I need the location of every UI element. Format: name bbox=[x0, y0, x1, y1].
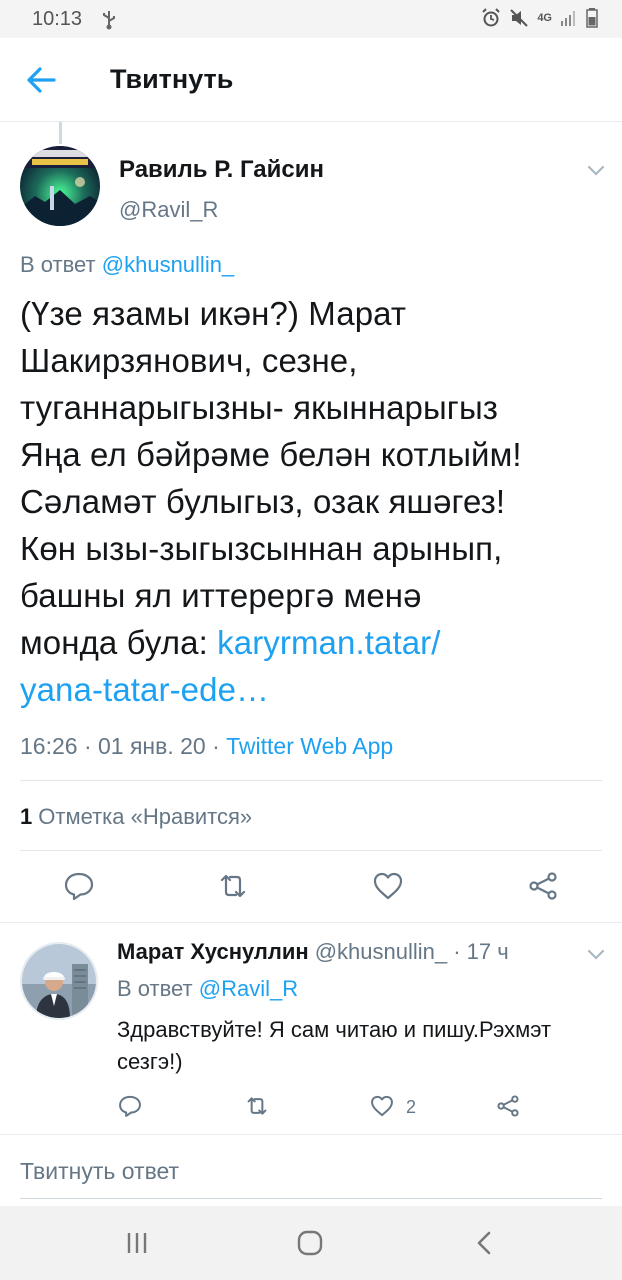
tweet-link-continued[interactable]: yana-tatar-ede… bbox=[20, 671, 269, 708]
system-nav-bar bbox=[0, 1206, 622, 1280]
reply-avatar-image bbox=[22, 944, 96, 1018]
compose-reply-input[interactable]: Твитнуть ответ bbox=[20, 1158, 179, 1185]
reply-to-mention[interactable]: @khusnullin_ bbox=[102, 252, 234, 277]
mute-icon bbox=[510, 9, 529, 27]
tweet-text-line: монда була: karyrman.tatar/ bbox=[20, 619, 610, 666]
reply-reply-to-mention[interactable]: @Ravil_R bbox=[199, 976, 298, 1001]
tweet-text-line: (Үзе язамы икән?) Марат bbox=[20, 295, 407, 332]
usb-icon bbox=[103, 11, 115, 30]
reply-avatar[interactable] bbox=[20, 942, 98, 1020]
reply-icon[interactable] bbox=[117, 1093, 143, 1119]
reply-author-name[interactable]: Марат Хуснуллин bbox=[117, 939, 309, 964]
status-bar: 10:13 4G bbox=[0, 0, 622, 38]
author-name[interactable]: Равиль Р. Гайсин bbox=[119, 156, 324, 184]
reply-text: Здравствуйте! Я сам читаю и пишу.Рэхмэт … bbox=[117, 1017, 552, 1074]
network-indicator: 4G bbox=[537, 12, 552, 24]
status-time: 10:13 bbox=[32, 8, 83, 30]
reply-reply-to-label: В ответ bbox=[117, 976, 193, 1001]
like-label: Отметка «Нравится» bbox=[38, 804, 253, 829]
tweet-text-line: туганнарыгызны- якыннарыгыз bbox=[20, 389, 498, 426]
reply-reply-to: В ответ @Ravil_R bbox=[117, 976, 298, 1002]
retweet-icon[interactable] bbox=[244, 1093, 270, 1119]
reply-to-label: В ответ bbox=[20, 252, 96, 277]
retweet-icon[interactable] bbox=[216, 869, 250, 903]
battery-icon bbox=[586, 8, 598, 28]
recent-apps-icon[interactable] bbox=[122, 1228, 152, 1258]
share-icon[interactable] bbox=[526, 869, 560, 903]
share-icon[interactable] bbox=[495, 1093, 521, 1119]
like-count: 1 bbox=[20, 804, 33, 829]
divider bbox=[20, 850, 602, 851]
tweet-text-line: Шакирзянович, сезне, bbox=[20, 342, 358, 379]
likes-summary[interactable]: 1 Отметка «Нравится» bbox=[20, 804, 252, 830]
divider bbox=[20, 780, 602, 781]
avatar[interactable] bbox=[20, 146, 100, 226]
reply-header: Марат Хуснуллин @khusnullin_ · 17 ч bbox=[117, 939, 509, 965]
reply-author-handle[interactable]: @khusnullin_ · 17 ч bbox=[315, 939, 509, 964]
chevron-down-icon[interactable] bbox=[584, 160, 608, 180]
tweet-source[interactable]: Twitter Web App bbox=[226, 733, 393, 759]
like-icon[interactable] bbox=[369, 1093, 395, 1119]
tweet-text-line: Яңа ел бәйрәме белән котлыйм! bbox=[20, 436, 522, 473]
tweet-timestamp: 16:26 · 01 янв. 20 · bbox=[20, 733, 227, 759]
tweet-link[interactable]: karyrman.tatar/ bbox=[217, 624, 440, 661]
tweet-text: (Үзе язамы икән?) Марат Шакирзянович, се… bbox=[20, 290, 610, 713]
signal-icon bbox=[561, 11, 575, 26]
home-icon[interactable] bbox=[295, 1228, 325, 1258]
reply-to: В ответ @khusnullin_ bbox=[20, 252, 234, 278]
divider bbox=[0, 922, 622, 923]
tweet-text-line: Сәламәт булыгыз, озак яшәгез! bbox=[20, 483, 506, 520]
compose-underline bbox=[20, 1198, 602, 1199]
alarm-icon bbox=[482, 8, 501, 27]
thread-line bbox=[59, 122, 62, 144]
tweet-text-line: Көн ызы-зыгызсыннан арынып, bbox=[20, 530, 503, 567]
reply-icon[interactable] bbox=[62, 869, 96, 903]
divider bbox=[0, 1134, 622, 1135]
arrow-left-icon[interactable] bbox=[24, 64, 60, 96]
tweet-text-line: башны ял иттерергә менә bbox=[20, 577, 422, 614]
chevron-down-icon[interactable] bbox=[584, 944, 608, 964]
avatar-image bbox=[20, 146, 100, 226]
like-icon[interactable] bbox=[371, 869, 405, 903]
tweet-meta: 16:26 · 01 янв. 20 · Twitter Web App bbox=[20, 733, 393, 760]
author-handle[interactable]: @Ravil_R bbox=[119, 197, 218, 223]
app-header: Твитнуть bbox=[0, 38, 622, 122]
reply-like-count: 2 bbox=[406, 1097, 417, 1117]
tweet-text-prefix: монда була: bbox=[20, 624, 218, 661]
back-icon[interactable] bbox=[470, 1228, 500, 1258]
tweet-text-line: yana-tatar-ede… bbox=[20, 666, 610, 713]
page-title: Твитнуть bbox=[110, 64, 234, 94]
